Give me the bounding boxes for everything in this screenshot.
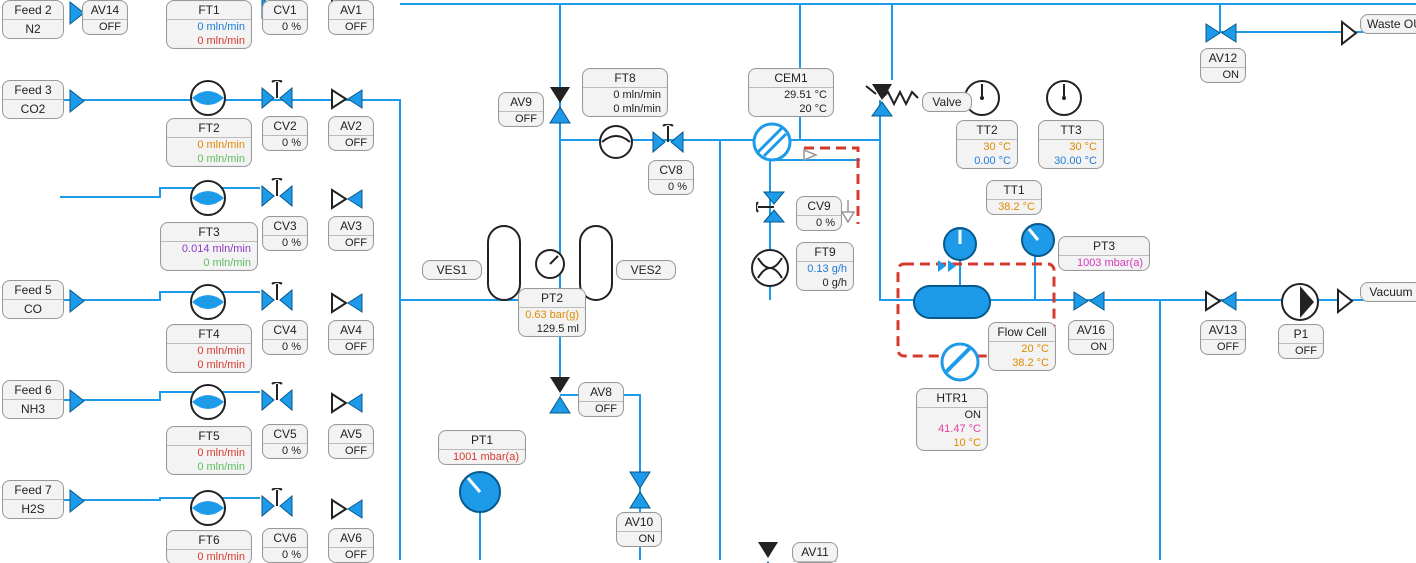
pt1-box[interactable]: PT11001 mbar(a) (438, 430, 526, 465)
control-valve-icon[interactable] (260, 80, 294, 110)
flowcell-box[interactable]: Flow Cell20 °C38.2 °C (988, 322, 1056, 371)
av1-box[interactable]: AV1OFF (328, 0, 374, 35)
heater-element-icon (880, 88, 920, 108)
gauge-filled-icon (942, 226, 978, 262)
ft8-box[interactable]: FT80 mln/min0 mln/min (582, 68, 668, 117)
av13-box[interactable]: AV13OFF (1200, 320, 1246, 355)
heat-exchanger-icon (752, 122, 792, 162)
ves2-box: VES2 (616, 260, 676, 280)
av14-box[interactable]: AV14OFF (82, 0, 128, 35)
mfc-icon[interactable] (188, 178, 228, 218)
av8-valve-icon[interactable] (548, 375, 572, 415)
htr1-box[interactable]: HTR1ON41.47 °C10 °C (916, 388, 988, 451)
ves1-box: VES1 (422, 260, 482, 280)
control-valve-icon[interactable] (260, 282, 294, 312)
p1-box[interactable]: P1OFF (1278, 324, 1324, 359)
gauge-filled-icon (458, 470, 502, 514)
cv5-box[interactable]: CV50 % (262, 424, 308, 459)
gauge-icon (1044, 78, 1084, 118)
ft5-box[interactable]: FT50 mln/min0 mln/min (166, 426, 252, 475)
vacuum-box: Vacuum (1360, 282, 1416, 302)
gauge-filled-icon (1020, 222, 1056, 258)
feed-triangle-icon (68, 88, 86, 114)
ft4-box[interactable]: FT40 mln/min0 mln/min (166, 324, 252, 373)
mfc-icon[interactable] (188, 382, 228, 422)
tt1-box[interactable]: TT138.2 °C (986, 180, 1042, 215)
cv1-box[interactable]: CV10 % (262, 0, 308, 35)
av9-valve-icon[interactable] (548, 85, 572, 125)
flow-sensor-icon (750, 248, 790, 288)
mfc-icon[interactable] (188, 488, 228, 528)
cem1-box[interactable]: CEM129.51 °C20 °C (748, 68, 834, 117)
av12-valve-icon[interactable] (1204, 22, 1238, 44)
flow-direction-icon (936, 258, 960, 274)
av10-box[interactable]: AV10ON (616, 512, 662, 547)
cv6-box[interactable]: CV60 % (262, 528, 308, 563)
av6-box[interactable]: AV6OFF (328, 528, 374, 563)
gauge-small-icon (534, 248, 566, 280)
heater-icon[interactable] (940, 342, 980, 382)
av16-valve-icon[interactable] (1072, 290, 1106, 312)
cv3-box[interactable]: CV30 % (262, 216, 308, 251)
feed-triangle-icon (68, 488, 86, 514)
pt3-box[interactable]: PT31003 mbar(a) (1058, 236, 1150, 271)
av11-box[interactable]: AV11 (792, 542, 838, 563)
feed-triangle-icon (68, 388, 86, 414)
mfc-icon[interactable] (188, 282, 228, 322)
av11-valve-icon[interactable] (756, 540, 780, 563)
ft3-box[interactable]: FT30.014 mln/min0 mln/min (160, 222, 258, 271)
cv9-valve-icon[interactable] (756, 190, 786, 224)
block-valve-icon[interactable] (330, 498, 364, 520)
output-triangle-icon (1340, 20, 1358, 46)
av8-box[interactable]: AV8OFF (578, 382, 624, 417)
av10-valve-icon[interactable] (628, 470, 652, 510)
tt2-box[interactable]: TT230 °C0.00 °C (956, 120, 1018, 169)
av2-box[interactable]: AV2OFF (328, 116, 374, 151)
av16-box[interactable]: AV16ON (1068, 320, 1114, 355)
arrow-icon (802, 148, 818, 162)
block-valve-icon[interactable] (330, 88, 364, 110)
control-valve-icon[interactable] (260, 178, 294, 208)
av5-box[interactable]: AV5OFF (328, 424, 374, 459)
block-valve-icon[interactable] (330, 188, 364, 210)
cv8-box[interactable]: CV80 % (648, 160, 694, 195)
feed-triangle-icon (68, 288, 86, 314)
waste-box: Waste OU (1360, 14, 1416, 34)
cv9-box[interactable]: CV90 % (796, 196, 842, 231)
tt3-box[interactable]: TT330 °C30.00 °C (1038, 120, 1104, 169)
feed-6[interactable]: Feed 6NH3 (2, 380, 64, 419)
valve-label: Valve (922, 92, 972, 112)
av9-box[interactable]: AV9OFF (498, 92, 544, 127)
av4-box[interactable]: AV4OFF (328, 320, 374, 355)
flow-meter-icon (598, 124, 634, 160)
feed-5[interactable]: Feed 5CO (2, 280, 64, 319)
flow-cell-icon[interactable] (912, 282, 992, 322)
cv8-valve-icon[interactable] (651, 124, 685, 154)
block-valve-icon[interactable] (330, 292, 364, 314)
feed-7[interactable]: Feed 7H2S (2, 480, 64, 519)
ft1-box[interactable]: FT10 mln/min0 mln/min (166, 0, 252, 49)
ft6-box[interactable]: FT60 mln/min (166, 530, 252, 563)
mfc-icon[interactable] (188, 78, 228, 118)
control-valve-icon[interactable] (260, 488, 294, 518)
av12-box[interactable]: AV12ON (1200, 48, 1246, 83)
pump-icon[interactable] (1280, 282, 1320, 322)
av13-valve-icon[interactable] (1204, 290, 1238, 312)
output-triangle-icon (1336, 288, 1354, 314)
cv2-box[interactable]: CV20 % (262, 116, 308, 151)
ground-icon (840, 200, 856, 224)
pt2-box[interactable]: PT20.63 bar(g)129.5 ml (518, 288, 586, 337)
control-valve-icon[interactable] (260, 382, 294, 412)
av3-box[interactable]: AV3OFF (328, 216, 374, 251)
feed-2[interactable]: Feed 2N2 (2, 0, 64, 39)
ft9-box[interactable]: FT90.13 g/h0 g/h (796, 242, 854, 291)
block-valve-icon[interactable] (330, 392, 364, 414)
ft2-box[interactable]: FT20 mln/min0 mln/min (166, 118, 252, 167)
cv4-box[interactable]: CV40 % (262, 320, 308, 355)
feed-3[interactable]: Feed 3CO2 (2, 80, 64, 119)
